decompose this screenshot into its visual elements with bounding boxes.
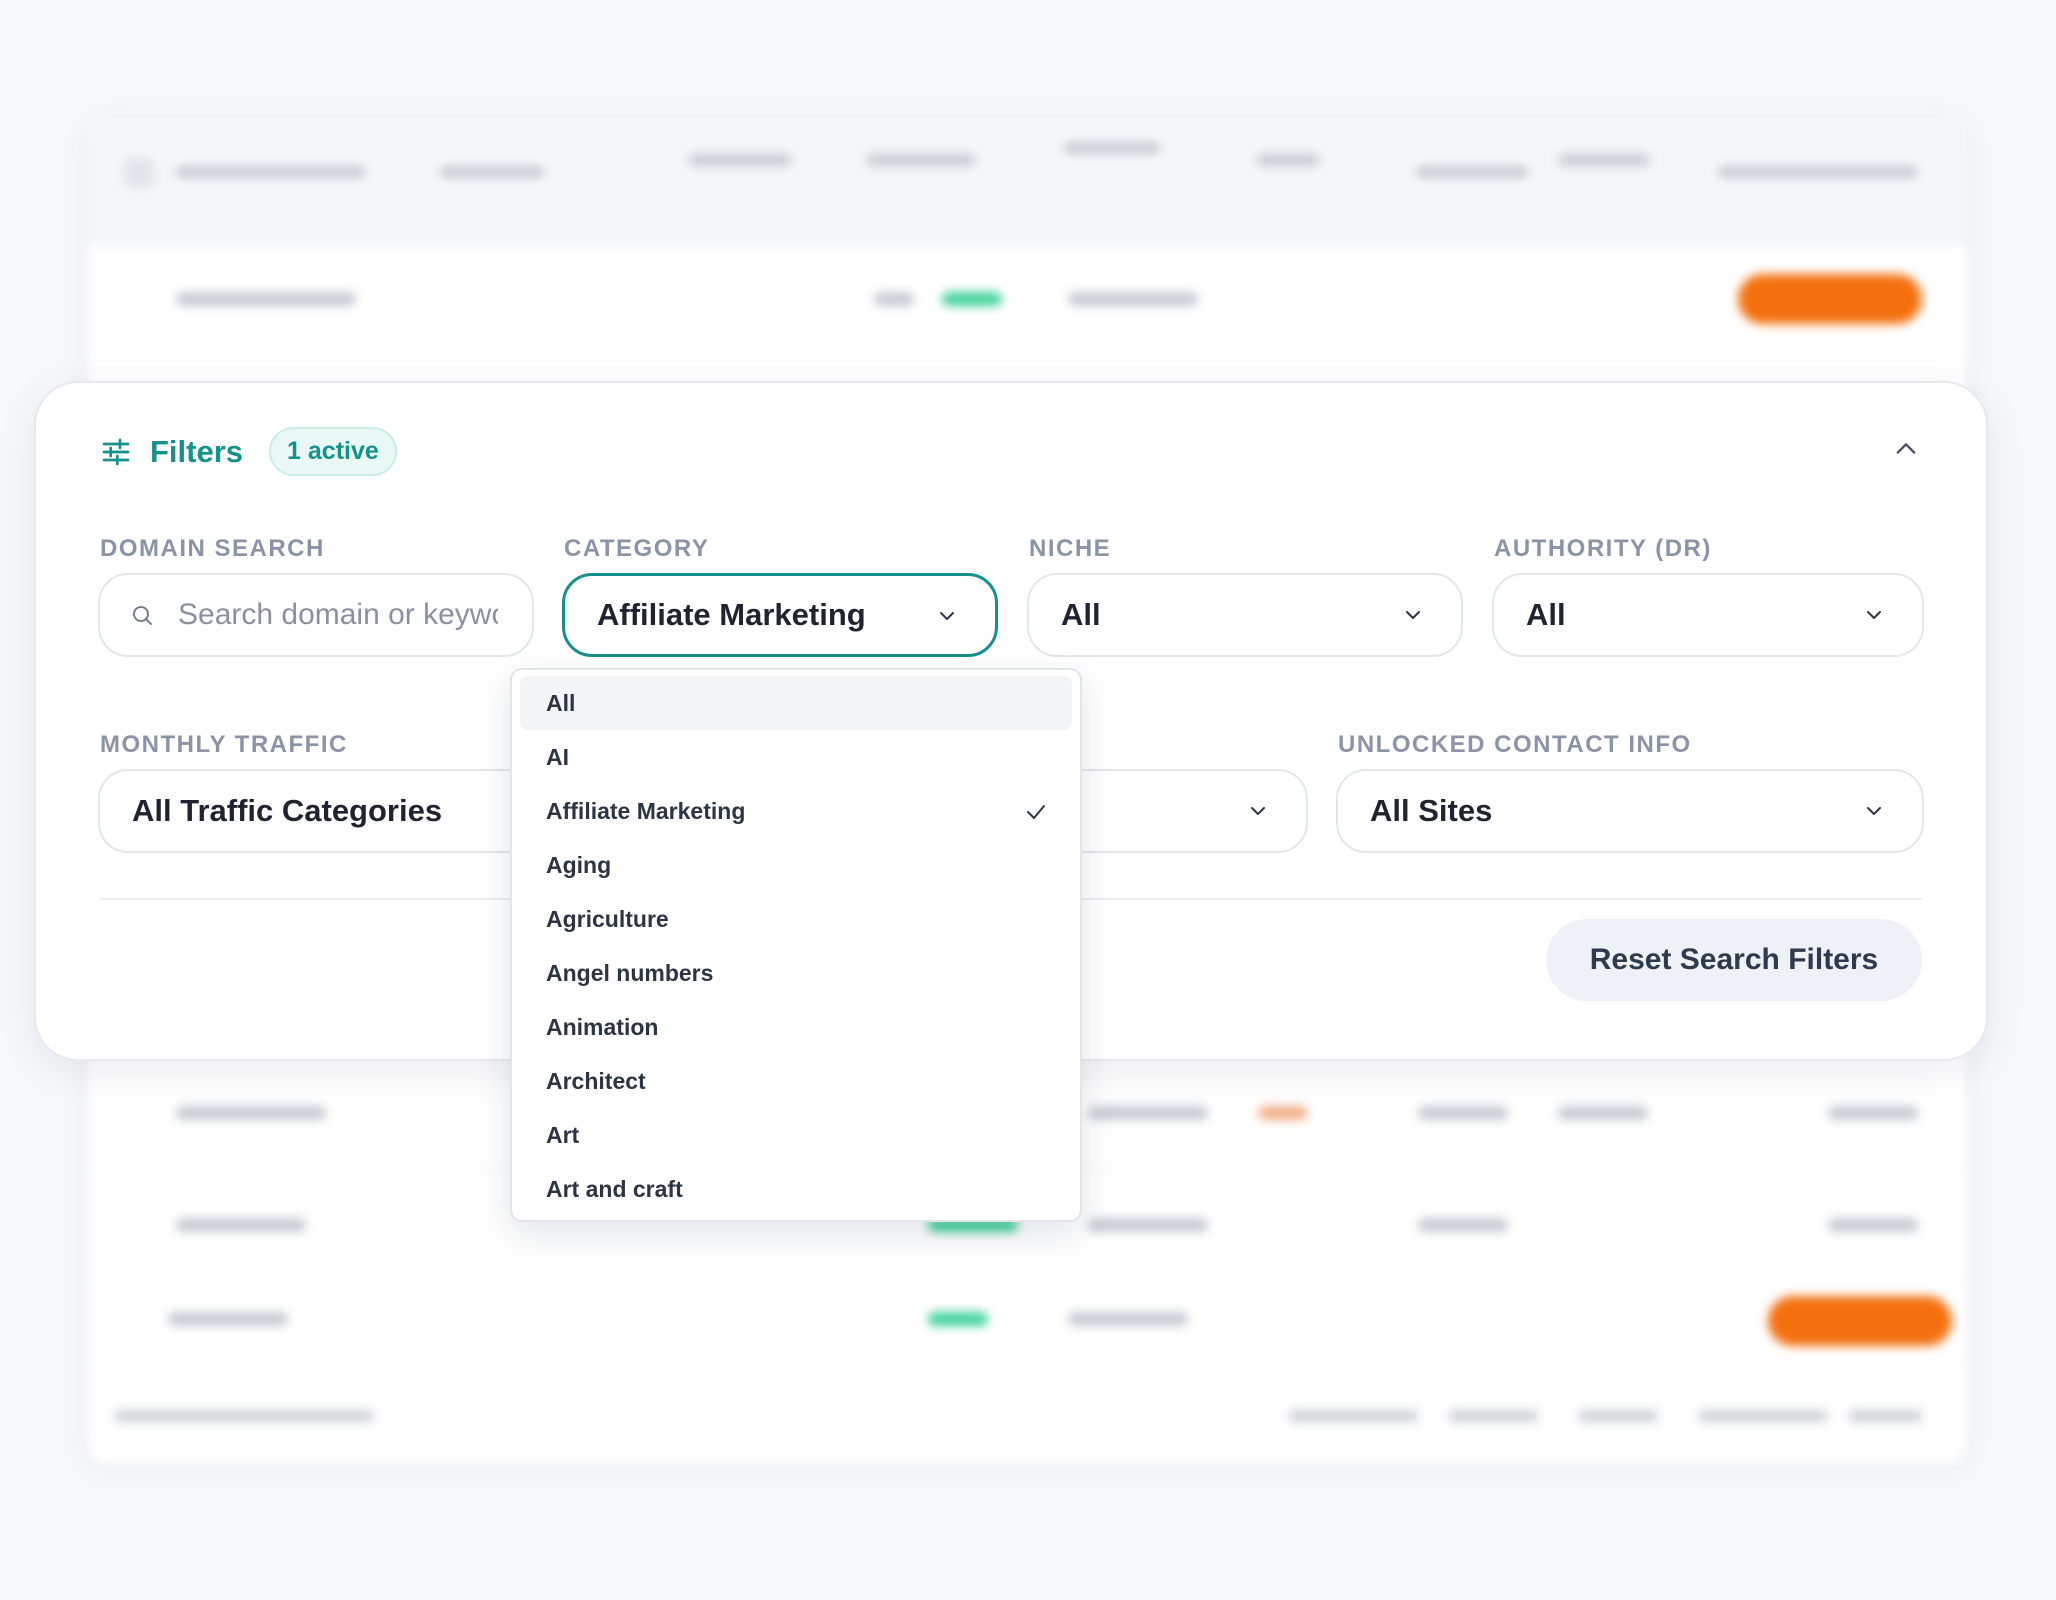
- bg-cell: [1418, 1106, 1508, 1120]
- bg-footer: [1578, 1410, 1658, 1422]
- chevron-down-icon: [1251, 807, 1265, 815]
- dropdown-option-label: Art and craft: [546, 1175, 683, 1202]
- bg-cell: [1558, 1106, 1648, 1120]
- niche-value: All: [1061, 597, 1101, 632]
- bg-cell: [176, 1106, 326, 1120]
- bg-orange-pill: [1738, 274, 1922, 324]
- bg-cell: [176, 292, 356, 306]
- unlocked-contact-select[interactable]: All Sites: [1336, 769, 1924, 853]
- dropdown-option-label: Animation: [546, 1013, 659, 1040]
- category-value: Affiliate Marketing: [597, 597, 866, 632]
- bg-header-cell: [866, 154, 976, 166]
- dropdown-option[interactable]: Architect: [520, 1054, 1072, 1108]
- bg-footer: [1848, 1410, 1922, 1422]
- search-input[interactable]: [176, 597, 500, 633]
- chevron-down-icon: [1406, 611, 1420, 619]
- chevron-down-icon: [940, 612, 954, 620]
- bg-cell: [874, 292, 914, 306]
- bg-footer: [1448, 1410, 1538, 1422]
- dropdown-option[interactable]: Affiliate Marketing: [520, 784, 1072, 838]
- bg-footer: [1288, 1410, 1418, 1422]
- bg-cell: [168, 1312, 288, 1326]
- bg-cell: [1418, 1218, 1508, 1232]
- chevron-down-icon: [1867, 807, 1881, 815]
- dropdown-option-label: Architect: [546, 1067, 646, 1094]
- dropdown-option[interactable]: Aging: [520, 838, 1072, 892]
- bg-orange-pill: [1768, 1296, 1952, 1346]
- bg-header-cell: [1256, 154, 1320, 166]
- unlocked-contact-value: All Sites: [1370, 793, 1493, 828]
- authority-value: All: [1526, 597, 1566, 632]
- bg-header-cell: [1718, 166, 1918, 178]
- sliders-icon: [102, 438, 130, 465]
- check-icon: [1027, 805, 1045, 819]
- filters-header[interactable]: Filters 1 active: [100, 427, 397, 476]
- category-select[interactable]: Affiliate Marketing: [562, 573, 998, 657]
- monthly-traffic-value: All Traffic Categories: [132, 793, 443, 828]
- unlocked-contact-label: UNLOCKED CONTACT INFO: [1338, 731, 1692, 758]
- bg-header-cell: [176, 166, 366, 178]
- dropdown-option-label: Affiliate Marketing: [546, 797, 746, 824]
- reset-search-filters-button[interactable]: Reset Search Filters: [1546, 919, 1922, 1001]
- bg-bar: [942, 292, 1002, 306]
- authority-select[interactable]: All: [1492, 573, 1924, 657]
- bg-cell: [1068, 292, 1198, 306]
- domain-search-field[interactable]: [98, 573, 534, 657]
- niche-select[interactable]: All: [1027, 573, 1463, 657]
- filters-title: Filters: [150, 433, 244, 469]
- dropdown-option[interactable]: AI: [520, 730, 1072, 784]
- dropdown-option-label: All: [546, 689, 576, 716]
- category-label: CATEGORY: [564, 535, 710, 562]
- bg-cell: [176, 1218, 306, 1232]
- dropdown-option[interactable]: Animation: [520, 1000, 1072, 1054]
- domain-search-label: DOMAIN SEARCH: [100, 535, 325, 562]
- dropdown-option-label: Aging: [546, 851, 612, 878]
- bg-cell: [1068, 1312, 1188, 1326]
- dropdown-option[interactable]: Art: [520, 1108, 1072, 1162]
- monthly-traffic-label: MONTHLY TRAFFIC: [100, 731, 348, 758]
- bg-header-cell: [440, 166, 544, 178]
- category-dropdown-menu: All AI Affiliate Marketing Aging Agriculture…: [510, 668, 1082, 1222]
- bg-cell: [1828, 1106, 1918, 1120]
- bg-bar: [928, 1312, 988, 1326]
- bg-cell: [1088, 1106, 1208, 1120]
- dropdown-option-label: Angel numbers: [546, 959, 714, 986]
- collapse-filters-button[interactable]: [1890, 433, 1922, 465]
- bg-header-cell: [688, 154, 792, 166]
- dropdown-option[interactable]: Agriculture: [520, 892, 1072, 946]
- active-filters-badge: 1 active: [269, 427, 397, 476]
- bg-table-row: [88, 244, 1966, 357]
- bg-header-checkbox: [124, 158, 154, 188]
- bg-footer: [1698, 1410, 1828, 1422]
- bg-cell: [1258, 1106, 1308, 1120]
- niche-label: NICHE: [1029, 535, 1112, 562]
- bg-cell: [1828, 1218, 1918, 1232]
- bg-cell: [1088, 1218, 1208, 1232]
- bg-header-cell: [1416, 166, 1528, 178]
- dropdown-option-label: Agriculture: [546, 905, 669, 932]
- dropdown-option-label: AI: [546, 743, 569, 770]
- chevron-down-icon: [1867, 611, 1881, 619]
- dropdown-option-label: Art: [546, 1121, 580, 1148]
- bg-footer: [114, 1410, 374, 1422]
- background-table-header: [88, 118, 1966, 245]
- authority-label: AUTHORITY (DR): [1494, 535, 1712, 562]
- dropdown-option[interactable]: Angel numbers: [520, 946, 1072, 1000]
- chevron-up-icon: [1896, 443, 1916, 454]
- dropdown-option[interactable]: All: [520, 676, 1072, 730]
- dropdown-option[interactable]: Art and craft: [520, 1162, 1072, 1216]
- bg-header-cell: [1558, 154, 1650, 166]
- search-icon: [133, 606, 152, 625]
- bg-header-cell: [1064, 142, 1160, 154]
- bg-table-row: [88, 1282, 1966, 1363]
